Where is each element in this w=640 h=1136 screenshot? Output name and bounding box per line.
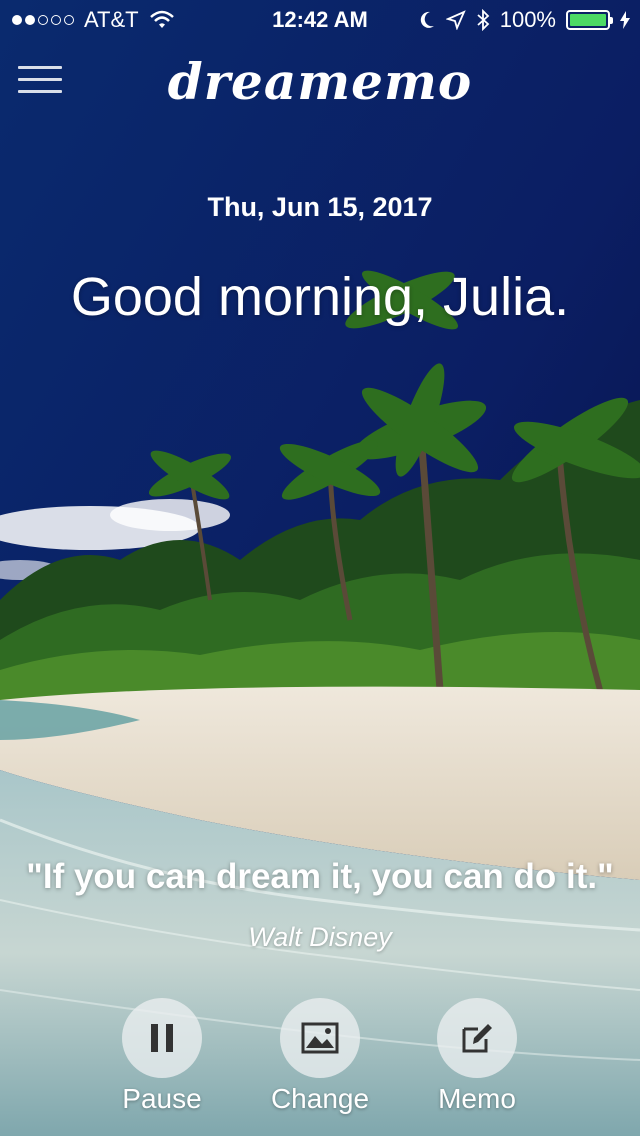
pause-label: Pause [122, 1083, 202, 1114]
status-right: 100% [418, 7, 630, 33]
background-image [0, 0, 640, 1136]
memo-label: Memo [438, 1083, 516, 1114]
memo-button[interactable]: Memo [417, 998, 537, 1115]
edit-icon [437, 998, 517, 1078]
charging-bolt-icon [620, 11, 630, 29]
date-label: Thu, Jun 15, 2017 [207, 192, 433, 222]
image-icon [280, 998, 360, 1078]
action-bar: Pause Change Memo [0, 998, 640, 1118]
location-icon [445, 10, 466, 30]
change-button[interactable]: Change [260, 998, 380, 1115]
quote-author: Walt Disney [248, 922, 392, 952]
moon-icon [420, 11, 434, 28]
status-bar: AT&T 12:42 AM 100% [0, 0, 640, 40]
greeting-text: Good morning, Julia. [70, 267, 570, 327]
battery-percent: 100% [499, 7, 556, 32]
battery-icon [566, 10, 613, 30]
change-label: Change [270, 1083, 370, 1114]
quote-text: "If you can dream it, you can do it." [26, 857, 614, 896]
app-logo: dreamemo [167, 52, 473, 111]
nav-bar: dreamemo [0, 44, 640, 124]
pause-button[interactable]: Pause [102, 998, 222, 1115]
pause-icon [122, 998, 202, 1078]
bluetooth-icon [477, 9, 490, 31]
